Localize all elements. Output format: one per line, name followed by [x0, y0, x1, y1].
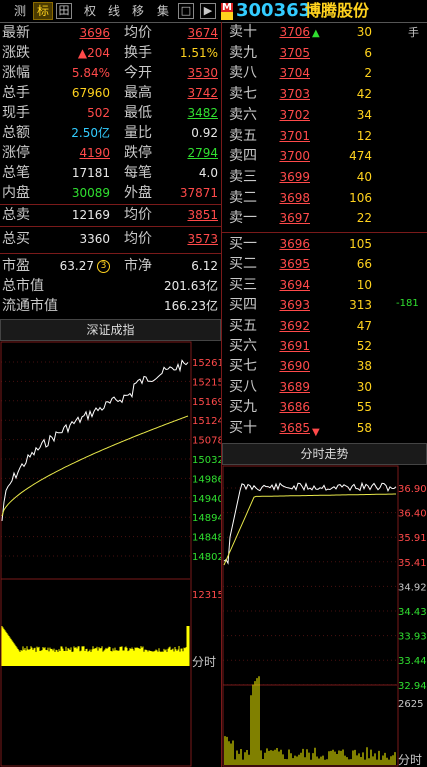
- stock-chart-title[interactable]: 分时走势: [222, 443, 427, 465]
- buy-level-price[interactable]: 3686: [278, 397, 310, 417]
- buy-level-volume: 105: [349, 237, 372, 251]
- index-price-line: [1, 359, 189, 521]
- stock-y-tick: 32.94: [398, 681, 427, 692]
- buy-level-volume: 55: [356, 400, 372, 415]
- down-arrow-icon: ▼: [312, 427, 320, 438]
- sell-level-price[interactable]: 3697: [278, 208, 310, 228]
- buy-level-volume: 30: [356, 379, 372, 394]
- index-y-tick: 15032: [192, 455, 221, 466]
- buy-level-volume: 10: [356, 277, 372, 292]
- stock-avg-line: [223, 493, 396, 566]
- buy-level-volume: 66: [356, 257, 372, 272]
- buy-level-volume: 38: [356, 359, 372, 374]
- sell-level-label: 卖四: [229, 148, 257, 165]
- stock-y-tick: 33.44: [398, 656, 427, 667]
- index-y-tick: 15124: [192, 416, 221, 427]
- buy-level-label: 买十: [229, 419, 257, 436]
- buy-level-price[interactable]: 3695: [278, 254, 310, 274]
- sell-level-label: 卖七: [229, 86, 257, 103]
- buy-level-price[interactable]: 3696: [278, 234, 310, 254]
- index-chart[interactable]: 15261 15215 15169 15124 15078 15032 14986 14940…: [0, 341, 221, 767]
- sell-level-price[interactable]: 3704: [278, 63, 310, 83]
- sell-level-volume: 6: [364, 45, 372, 60]
- buy-level-label: 买四: [229, 297, 257, 314]
- sell-level-price[interactable]: 3703: [278, 84, 310, 104]
- sell-level-volume: 2: [364, 66, 372, 81]
- index-avg-line: [1, 415, 189, 517]
- stock-footer: 分时: [398, 753, 422, 767]
- index-vol-tick: 12315: [192, 590, 221, 601]
- sell-level-label: 卖六: [229, 106, 257, 123]
- buy-level-volume: 313: [349, 298, 372, 313]
- stock-chart-frame: [222, 465, 399, 767]
- stock-chart[interactable]: 36.90 36.40 35.91 35.41 34.92 34.43 33.93 33.44…: [222, 465, 427, 767]
- index-y-tick: 14986: [192, 474, 221, 485]
- sell-level-volume: 34: [356, 107, 372, 122]
- stock-y-tick: 36.90: [398, 484, 427, 495]
- sell-level-volume: 42: [356, 87, 372, 102]
- index-chart-title[interactable]: 深证成指: [0, 319, 221, 341]
- buy-level-label: 买三: [229, 276, 257, 293]
- index-y-tick: 14940: [192, 494, 221, 505]
- sell-level-label: 卖二: [229, 189, 257, 206]
- sell-level-label: 卖八: [229, 65, 257, 82]
- index-y-tick: 14894: [192, 513, 221, 524]
- sell-level-volume: 12: [356, 128, 372, 143]
- sell-level-label: 卖九: [229, 44, 257, 61]
- buy-level-volume: 47: [356, 318, 372, 333]
- sell-level-price[interactable]: 3706: [278, 22, 310, 42]
- stock-y-tick: 34.43: [398, 607, 427, 618]
- buy-level-price[interactable]: 3690: [278, 356, 310, 376]
- index-chart-frame: [0, 341, 192, 767]
- buy-level-price[interactable]: 3692: [278, 316, 310, 336]
- buy-level-label: 买九: [229, 399, 257, 416]
- index-y-tick: 15078: [192, 436, 221, 447]
- sell-level-volume: 22: [356, 211, 372, 226]
- stock-y-tick: 35.41: [398, 558, 427, 569]
- buy-level-label: 买六: [229, 338, 257, 354]
- sell-level-label: 卖一: [229, 210, 257, 227]
- sell-level-label: 卖十: [229, 24, 257, 40]
- index-y-tick: 14802: [192, 552, 221, 563]
- index-y-tick: 14848: [192, 533, 221, 544]
- stock-y-tick: 35.91: [398, 533, 427, 544]
- stock-y-tick: 34.92: [398, 582, 427, 593]
- index-y-tick: 15215: [192, 377, 221, 388]
- sell-level-price[interactable]: 3701: [278, 126, 310, 146]
- delta-value: -181: [396, 298, 419, 309]
- up-arrow-icon: ▲: [312, 28, 320, 39]
- index-y-tick: 15169: [192, 397, 221, 408]
- sell-level-price[interactable]: 3698: [278, 188, 310, 208]
- stock-y-tick: 36.40: [398, 509, 427, 520]
- sell-level-label: 卖五: [229, 127, 257, 144]
- index-y-tick: 15261: [192, 358, 221, 369]
- buy-level-price[interactable]: 3694: [278, 275, 310, 295]
- sell-level-volume: 30: [356, 25, 372, 39]
- buy-level-volume: 52: [356, 339, 372, 353]
- index-footer: 分时: [192, 655, 216, 669]
- buy-level-price[interactable]: 3689: [278, 377, 310, 397]
- buy-level-label: 买二: [229, 256, 257, 273]
- sell-level-price[interactable]: 3700: [278, 146, 310, 166]
- stock-y-tick: 33.93: [398, 632, 427, 643]
- buy-level-volume: 58: [356, 420, 372, 435]
- sell-level-price[interactable]: 3705: [278, 43, 310, 63]
- buy-level-price[interactable]: 3691: [278, 336, 310, 356]
- sell-level-volume: 474: [349, 149, 372, 164]
- buy-level-label: 买五: [229, 317, 257, 334]
- sell-level-volume: 40: [356, 169, 372, 184]
- buy-level-label: 买七: [229, 358, 257, 375]
- buy-level-label: 买八: [229, 378, 257, 395]
- book-divider: [222, 232, 427, 233]
- sell-level-price[interactable]: 3702: [278, 105, 310, 125]
- hand-unit-label: 手: [408, 26, 419, 39]
- sell-level-price[interactable]: 3699: [278, 167, 310, 187]
- buy-level-price[interactable]: 3685: [278, 418, 310, 438]
- sell-level-volume: 106: [349, 190, 372, 205]
- buy-level-label: 买一: [229, 236, 257, 252]
- buy-level-price[interactable]: 3693: [278, 295, 310, 315]
- stock-vol-tick: 2625: [398, 699, 423, 710]
- sell-level-label: 卖三: [229, 168, 257, 185]
